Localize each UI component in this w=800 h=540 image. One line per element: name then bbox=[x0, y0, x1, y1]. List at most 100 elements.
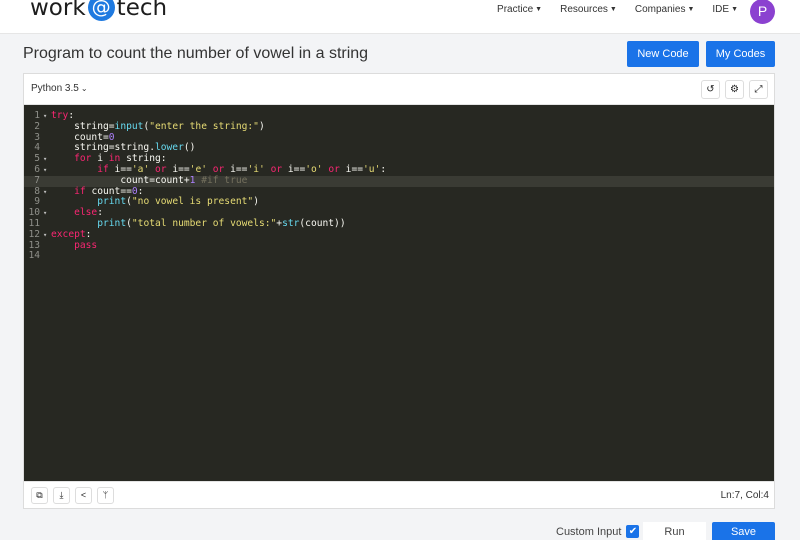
code-text-area[interactable]: 1 ▾ try: 2 string=input("enter the string:"… bbox=[24, 105, 774, 481]
logo-at-badge: @ bbox=[87, 0, 115, 21]
fold-arrow-icon[interactable]: ▾ bbox=[43, 230, 51, 241]
code-token: or bbox=[328, 163, 340, 175]
code-token: i== bbox=[108, 163, 132, 175]
code-token: : bbox=[68, 110, 75, 121]
code-token: if bbox=[74, 185, 86, 197]
code-token: str bbox=[282, 217, 300, 229]
language-select-value: Python 3.5 bbox=[31, 83, 79, 94]
nav-resources-label: Resources bbox=[560, 4, 608, 15]
code-token: input bbox=[114, 120, 144, 132]
code-line[interactable]: 12 ▾ except: bbox=[24, 228, 774, 241]
code-token: 'i' bbox=[247, 163, 265, 175]
save-button[interactable]: Save bbox=[712, 522, 775, 540]
code-token: or bbox=[270, 163, 283, 175]
nav-companies[interactable]: Companies ▼ bbox=[635, 4, 695, 15]
line-number: 12 bbox=[28, 228, 40, 240]
caret-down-icon: ▼ bbox=[609, 6, 617, 13]
code-token: : bbox=[97, 207, 103, 219]
share-icon[interactable]: < bbox=[75, 487, 92, 504]
logo-text-left: work bbox=[30, 0, 86, 21]
reset-icon[interactable]: ↺ bbox=[701, 80, 720, 99]
code-token: i== bbox=[166, 163, 190, 175]
run-button[interactable]: Run bbox=[643, 522, 706, 540]
code-token: string: bbox=[120, 153, 167, 165]
line-number: 2 bbox=[34, 120, 40, 132]
code-token: : bbox=[380, 163, 387, 175]
code-text: pass bbox=[51, 240, 97, 252]
nav-practice[interactable]: Practice ▼ bbox=[497, 4, 542, 15]
nav-ide[interactable]: IDE ▼ bbox=[712, 4, 738, 15]
code-token: if bbox=[97, 163, 109, 175]
code-token: #if true bbox=[201, 174, 248, 186]
code-token: try bbox=[51, 110, 69, 121]
my-codes-button[interactable]: My Codes bbox=[706, 41, 775, 67]
code-line[interactable]: 9 print("no vowel is present") bbox=[24, 196, 774, 208]
custom-input-checkbox[interactable]: ✔ bbox=[626, 525, 640, 538]
code-token: (count)) bbox=[299, 217, 346, 229]
copy-icon[interactable]: ⧉ bbox=[31, 487, 48, 504]
code-token: 'e' bbox=[189, 163, 207, 175]
code-token: 'a' bbox=[131, 163, 150, 175]
code-token: string= bbox=[74, 120, 115, 132]
code-token: i== bbox=[282, 163, 306, 175]
code-token: print bbox=[97, 196, 127, 208]
page-title: Program to count the number of vowel in … bbox=[23, 45, 369, 62]
code-token: string=string. bbox=[74, 142, 155, 154]
code-token: "total number of vowels:" bbox=[131, 217, 277, 229]
fold-arrow-icon[interactable]: ▾ bbox=[43, 187, 51, 198]
code-token: "enter the string:" bbox=[149, 120, 259, 132]
fold-arrow-icon[interactable]: ▾ bbox=[43, 111, 51, 122]
code-line[interactable]: 2 string=input("enter the string:") bbox=[24, 120, 774, 133]
code-token: 0 bbox=[108, 131, 115, 143]
code-token: count= bbox=[74, 131, 109, 143]
nav-companies-label: Companies bbox=[634, 4, 686, 15]
code-token: i== bbox=[339, 163, 364, 175]
cursor-position-status: Ln:7, Col:4 bbox=[720, 490, 769, 501]
code-editor-panel: Python 3.5 ⌄ ↺ ⚙ ⤢ 1 ▾ try: 2 string=input(… bbox=[23, 73, 775, 509]
fork-icon[interactable]: ᛘ bbox=[97, 487, 114, 504]
custom-input-toggle[interactable]: Custom Input ✔ bbox=[556, 525, 640, 538]
code-line[interactable]: 14 bbox=[24, 251, 774, 262]
nav-ide-label: IDE bbox=[712, 4, 730, 15]
caret-down-icon: ▼ bbox=[731, 6, 738, 13]
download-icon[interactable]: ⤓ bbox=[53, 487, 70, 504]
code-token: except bbox=[51, 228, 86, 240]
code-token: : bbox=[137, 185, 144, 197]
code-token: lower bbox=[154, 142, 184, 154]
code-token: () bbox=[183, 142, 196, 154]
code-token: or bbox=[212, 163, 225, 175]
settings-icon[interactable]: ⚙ bbox=[725, 80, 744, 99]
fold-arrow-icon[interactable]: ▾ bbox=[43, 208, 51, 219]
custom-input-label: Custom Input bbox=[556, 525, 622, 538]
nav-resources[interactable]: Resources ▼ bbox=[560, 4, 617, 15]
editor-tool-buttons: ↺ ⚙ ⤢ bbox=[701, 80, 768, 99]
fold-arrow-icon[interactable]: ▾ bbox=[43, 154, 51, 165]
code-token: for bbox=[74, 153, 92, 165]
code-token: in bbox=[108, 153, 121, 165]
language-select[interactable]: Python 3.5 ⌄ bbox=[31, 83, 88, 94]
new-code-button[interactable]: New Code bbox=[627, 41, 699, 67]
caret-down-icon: ▼ bbox=[687, 6, 695, 13]
chevron-down-icon: ⌄ bbox=[80, 84, 88, 93]
fullscreen-icon[interactable]: ⤢ bbox=[749, 80, 768, 99]
fold-arrow-icon[interactable]: ▾ bbox=[43, 165, 51, 176]
code-token: i bbox=[91, 153, 109, 165]
code-token: count== bbox=[85, 185, 132, 197]
code-line[interactable]: 13 pass bbox=[24, 240, 774, 252]
code-token: ) bbox=[253, 196, 259, 208]
main-nav: Practice ▼ Resources ▼ Companies ▼ IDE ▼ bbox=[497, 4, 738, 15]
user-avatar[interactable]: P bbox=[750, 0, 775, 24]
code-token: 'u' bbox=[363, 163, 381, 175]
code-line[interactable]: 11 print("total number of vowels:"+str(c… bbox=[24, 217, 774, 230]
code-token: i== bbox=[224, 163, 248, 175]
worktech-logo[interactable]: work @ tech bbox=[30, 0, 167, 21]
